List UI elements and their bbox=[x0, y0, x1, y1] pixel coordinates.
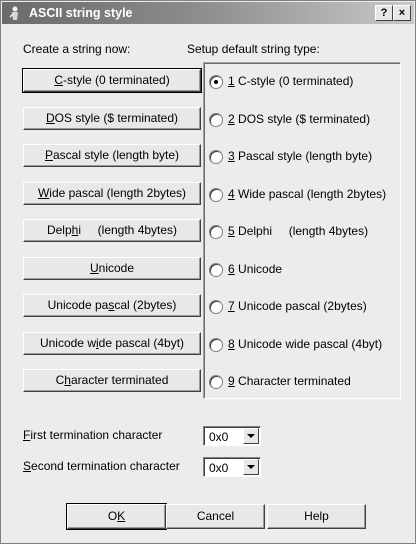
radio-label: 3 Pascal style (length byte) bbox=[228, 149, 373, 163]
create-string-button-1[interactable]: C-style (0 terminated) bbox=[22, 68, 202, 93]
radio-label: 9 Character terminated bbox=[228, 374, 351, 388]
radio-label: 4 Wide pascal (length 2bytes) bbox=[228, 186, 387, 201]
first-termination-label: First termination character bbox=[23, 428, 163, 442]
chevron-down-icon[interactable] bbox=[243, 459, 259, 475]
close-title-button[interactable]: × bbox=[393, 5, 411, 21]
chevron-down-icon[interactable] bbox=[243, 428, 259, 444]
first-termination-select[interactable]: 0x0 bbox=[203, 426, 261, 446]
ok-button[interactable]: OK bbox=[66, 503, 167, 530]
ascii-string-style-dialog: ASCII string style ? × Create a string n… bbox=[0, 0, 416, 544]
window-title: ASCII string style bbox=[29, 6, 133, 20]
radio-circle[interactable] bbox=[209, 375, 223, 389]
radio-label: 7 Unicode pascal (2bytes) bbox=[228, 299, 367, 313]
radio-label: 1 C-style (0 terminated) bbox=[228, 74, 354, 88]
setup-default-label: Setup default string type: bbox=[187, 42, 320, 56]
radio-circle[interactable] bbox=[209, 225, 223, 239]
second-termination-select[interactable]: 0x0 bbox=[203, 457, 261, 477]
create-string-button-8[interactable]: Unicode wide pascal (4byt) bbox=[23, 331, 201, 355]
radio-circle[interactable] bbox=[209, 112, 223, 127]
radio-label: 6 Unicode bbox=[228, 261, 283, 276]
help-button[interactable]: Help bbox=[267, 504, 366, 529]
create-string-button-9[interactable]: Character terminated bbox=[23, 369, 201, 392]
ida-app-icon bbox=[9, 6, 18, 20]
radio-label: 8 Unicode wide pascal (4byt) bbox=[228, 336, 383, 351]
help-title-button[interactable]: ? bbox=[375, 5, 393, 21]
cancel-button[interactable]: Cancel bbox=[166, 504, 265, 529]
create-string-button-4[interactable]: Wide pascal (length 2bytes) bbox=[23, 181, 201, 205]
radio-circle[interactable] bbox=[209, 337, 223, 352]
create-string-button-6[interactable]: Unicode bbox=[23, 256, 201, 280]
radio-circle[interactable] bbox=[209, 262, 223, 277]
create-string-button-5[interactable]: Delphi (length 4bytes) bbox=[23, 219, 201, 242]
title-bar[interactable]: ASCII string style ? × bbox=[2, 2, 414, 24]
second-termination-value: 0x0 bbox=[209, 461, 229, 475]
second-termination-label: Second termination character bbox=[23, 459, 180, 473]
first-termination-value: 0x0 bbox=[209, 430, 229, 444]
radio-circle[interactable] bbox=[209, 187, 223, 202]
radio-circle[interactable] bbox=[209, 150, 223, 164]
radio-label: 5 Delphi (length 4bytes) bbox=[228, 224, 369, 238]
radio-selected-dot bbox=[214, 80, 218, 84]
create-string-button-7[interactable]: Unicode pascal (2bytes) bbox=[23, 294, 201, 317]
radio-circle[interactable] bbox=[209, 75, 223, 89]
create-string-label: Create a string now: bbox=[23, 42, 131, 56]
create-string-button-2[interactable]: DOS style ($ terminated) bbox=[23, 106, 201, 130]
create-string-button-3[interactable]: Pascal style (length byte) bbox=[23, 144, 201, 167]
radio-circle[interactable] bbox=[209, 300, 223, 314]
radio-label: 2 DOS style ($ terminated) bbox=[228, 111, 371, 126]
